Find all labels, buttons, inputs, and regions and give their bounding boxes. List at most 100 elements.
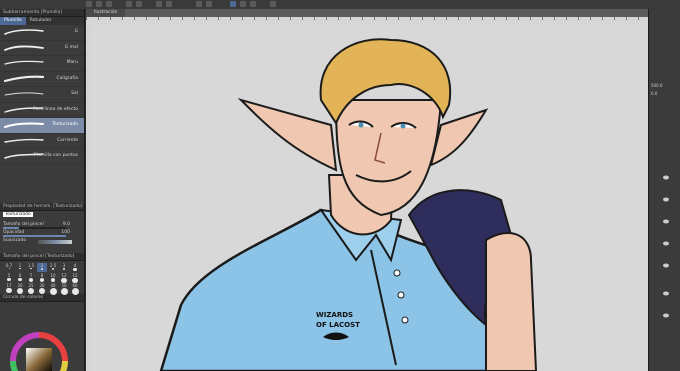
value-a: 500.0: [651, 83, 663, 88]
brush-stroke-preview: [4, 138, 44, 143]
brush-size-cell[interactable]: 25: [26, 283, 36, 295]
toolbar-button[interactable]: [196, 1, 202, 7]
pen-tool-icon[interactable]: [230, 1, 236, 7]
eye-icon[interactable]: [663, 291, 669, 296]
ruler-tick: [602, 17, 603, 20]
toolbar-button[interactable]: [96, 1, 102, 7]
brush-item[interactable]: Corriente: [0, 134, 84, 149]
preset-row[interactable]: Texturizado: [0, 211, 84, 221]
brush-item[interactable]: Caligrafía: [0, 72, 84, 87]
brush-size-value: 20: [17, 282, 23, 288]
brush-size-value: 4: [73, 262, 77, 268]
brush-size-cell[interactable]: 17: [4, 282, 14, 294]
canvas-tab[interactable]: Ilustración: [86, 9, 126, 17]
eye-icon[interactable]: [663, 219, 669, 224]
brush-size-value: 8: [40, 272, 44, 278]
ruler-tick: [290, 17, 291, 20]
brush-size-cell[interactable]: 30: [37, 282, 47, 295]
toolbar-button[interactable]: [206, 1, 212, 7]
brush-size-cell[interactable]: 8: [37, 273, 47, 282]
brush-item[interactable]: G mal: [0, 41, 84, 56]
eye-icon[interactable]: [663, 263, 669, 268]
shirt-button: [401, 316, 409, 324]
brush-label: Texturizado: [52, 122, 78, 127]
eye-icon[interactable]: [663, 175, 669, 180]
brush-size-value: 2: [40, 262, 44, 268]
tab-plumilla[interactable]: Plumilla: [0, 17, 26, 25]
brush-size-cell[interactable]: 10: [48, 273, 58, 283]
brush-size-value: 1: [18, 262, 22, 268]
redo-icon[interactable]: [136, 1, 142, 7]
canvas-paper[interactable]: WIZARDS OF LACOST: [91, 25, 648, 371]
brush-item-selected[interactable]: Texturizado: [0, 118, 84, 134]
brush-size-cell[interactable]: 40: [48, 283, 58, 295]
brush-size-value: 17: [6, 282, 12, 288]
smoothing-label: Suavizado: [3, 237, 27, 243]
shirt-button: [393, 269, 401, 277]
brush-size-dot: [8, 267, 10, 269]
brush-item[interactable]: Maru: [0, 56, 84, 72]
ruler-tick: [350, 17, 351, 20]
brush-size-cell[interactable]: 4: [70, 263, 80, 272]
illustration: WIZARDS OF LACOST: [159, 38, 538, 371]
opacity-row[interactable]: Opacidad 100: [0, 229, 84, 237]
ruler-tick: [242, 17, 243, 20]
brush-size-cell[interactable]: 60: [70, 283, 80, 295]
brush-size-cell[interactable]: 20: [15, 282, 25, 294]
brush-size-cell[interactable]: 5: [4, 273, 14, 282]
ruler-tick: [506, 17, 507, 20]
brush-size-cell[interactable]: 15: [70, 273, 80, 284]
smoothing-options[interactable]: [38, 239, 72, 244]
brush-tool-icon[interactable]: [250, 1, 256, 7]
brush-size-grid: 0.7 1 1.5 2 2.5 3 4 5 6 7 8 10 12 15 17 20 25 30 40 50 60: [0, 261, 84, 295]
brush-tool-icon[interactable]: [240, 1, 246, 7]
brush-size-dot: [39, 277, 45, 282]
brush-size-dot: [7, 277, 11, 281]
brush-size-cell[interactable]: 6: [15, 273, 25, 282]
left-ear: [237, 98, 338, 172]
tool-property-header: Propiedad de herram. [Texturizado]: [0, 202, 84, 211]
brush-size-value: 5: [7, 272, 11, 278]
brush-item[interactable]: Para línea de efecto: [0, 103, 84, 118]
brush-size-cell[interactable]: 0.7: [4, 263, 14, 272]
ruler-tick: [194, 17, 195, 20]
eye-icon[interactable]: [663, 197, 669, 202]
brush-size-cell[interactable]: 50: [59, 283, 69, 295]
brush-item[interactable]: G: [0, 25, 84, 41]
toolbar-button[interactable]: [106, 1, 112, 7]
brush-size-cell[interactable]: 12: [59, 273, 69, 283]
ruler-tick: [554, 17, 555, 20]
toolbar-button[interactable]: [156, 1, 162, 7]
brush-stroke-preview: [4, 29, 44, 35]
ruler-tick: [542, 17, 543, 20]
brush-size-dot: [51, 267, 55, 270]
undo-icon[interactable]: [126, 1, 132, 7]
brush-size-cell[interactable]: 2.5: [48, 263, 58, 272]
toolbar-button[interactable]: [166, 1, 172, 7]
shirt-logo-line1: WIZARDS: [316, 311, 353, 319]
brush-size-cell[interactable]: 3: [59, 263, 69, 272]
eye-icon[interactable]: [663, 241, 669, 246]
ruler-tick: [626, 17, 627, 20]
ruler-tick: [326, 17, 327, 20]
toolbar-button[interactable]: [270, 1, 276, 7]
brush-size-cell[interactable]: 2: [37, 262, 47, 272]
color-wheel[interactable]: [6, 331, 72, 371]
brush-size-dot: [18, 277, 22, 282]
brush-size-cell[interactable]: 1.5: [26, 263, 36, 272]
tab-rotulador[interactable]: Rotulador: [26, 17, 56, 25]
ruler-tick: [146, 17, 147, 20]
smoothing-row[interactable]: Suavizado: [0, 237, 84, 247]
brush-size-value: 30: [39, 282, 45, 288]
toolbar-button[interactable]: [86, 1, 92, 7]
ruler-tick: [590, 17, 591, 20]
brush-item[interactable]: Plumilla con puntos: [0, 149, 84, 165]
brush-label: Plumilla con puntos: [33, 153, 78, 158]
brush-size-cell[interactable]: 7: [26, 273, 36, 282]
brush-size-row[interactable]: Tamaño del pincel 9.0: [0, 221, 84, 229]
brush-item[interactable]: Sal: [0, 87, 84, 103]
brush-label: Maru: [66, 60, 78, 65]
eye-icon[interactable]: [663, 313, 669, 318]
brush-stroke-preview: [4, 44, 44, 51]
brush-size-cell[interactable]: 1: [15, 263, 25, 272]
